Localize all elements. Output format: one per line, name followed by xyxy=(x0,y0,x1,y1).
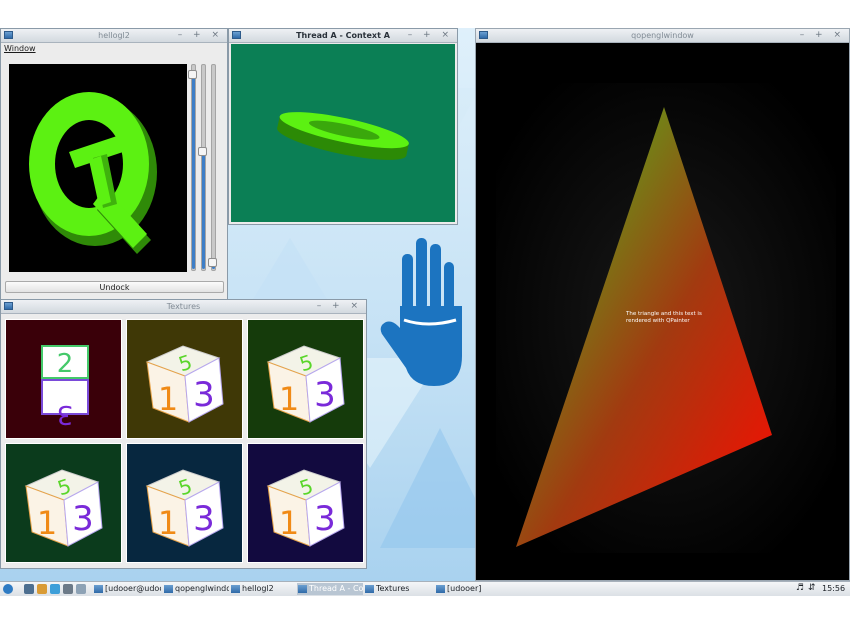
network-icon[interactable]: ⇵ xyxy=(808,582,816,595)
app-icon xyxy=(436,585,445,593)
texture-tile: 5 1 3 xyxy=(247,443,364,563)
undock-button[interactable]: Undock xyxy=(5,281,224,293)
qopenglwindow-window: qopenglwindow – + × The triangle and thi… xyxy=(475,28,850,581)
app-icon xyxy=(231,585,240,593)
textures-titlebar[interactable]: Textures – + × xyxy=(1,300,366,314)
slider-fill xyxy=(192,73,195,269)
face-digit: 3 xyxy=(57,399,74,429)
texture-tile: 5 1 3 xyxy=(126,319,243,439)
window-title: qopenglwindow xyxy=(631,31,694,40)
face-digit: 3 xyxy=(72,499,94,539)
task-udooer[interactable]: [udooer] xyxy=(435,583,495,595)
hellogl2-titlebar[interactable]: hellogl2 – + × xyxy=(1,29,227,43)
face-digit: 2 xyxy=(57,349,74,379)
face-digit: 1 xyxy=(158,380,178,418)
texture-tile: 5 1 3 xyxy=(247,319,364,439)
app-icon xyxy=(298,585,307,593)
task-udooer-terminal[interactable]: [udooer@udoo... xyxy=(93,583,161,595)
hellogl2-window: hellogl2 – + × Window Undock xyxy=(0,28,228,300)
window-controls[interactable]: – + × xyxy=(317,300,362,313)
window-controls[interactable]: – + × xyxy=(408,29,453,42)
gl-viewport[interactable]: The triangle and this text is rendered w… xyxy=(476,43,849,580)
app-icon xyxy=(4,302,13,310)
face-digit: 1 xyxy=(37,504,57,542)
thread-a-titlebar[interactable]: Thread A - Context A – + × xyxy=(229,29,457,43)
slider-handle[interactable] xyxy=(198,147,207,157)
window-title: Thread A - Context A xyxy=(296,31,390,40)
z-rotation-slider[interactable] xyxy=(211,64,216,271)
volume-icon[interactable]: ♬ xyxy=(796,582,804,595)
app-icon xyxy=(4,31,13,39)
window-title: hellogl2 xyxy=(98,31,130,40)
app-icon xyxy=(94,585,103,593)
qt-logo-3d xyxy=(29,92,157,254)
taskbar: [udooer@udoo... qopenglwindow hellogl2 T… xyxy=(0,581,850,596)
texture-tile: 5 1 3 xyxy=(126,443,243,563)
clock[interactable]: 15:56 xyxy=(822,582,845,595)
gl-viewport[interactable] xyxy=(9,64,187,272)
app-icon xyxy=(232,31,241,39)
app-icon xyxy=(365,585,374,593)
browser-icon[interactable] xyxy=(50,584,60,594)
task-qopenglwindow[interactable]: qopenglwindow xyxy=(163,583,229,595)
start-menu-icon[interactable] xyxy=(3,584,13,594)
thread-a-window: Thread A - Context A – + × xyxy=(228,28,458,225)
texture-tile: 2 3 xyxy=(5,319,122,439)
menu-window[interactable]: Window xyxy=(4,44,36,53)
slider-fill xyxy=(202,151,205,269)
window-controls[interactable]: – + × xyxy=(178,29,223,42)
task-hellogl2[interactable]: hellogl2 xyxy=(230,583,296,595)
qpainter-text: The triangle and this text is rendered w… xyxy=(626,311,702,324)
terminal-icon[interactable] xyxy=(76,584,86,594)
task-thread-a[interactable]: Thread A - Cont... xyxy=(297,583,363,595)
menubar: Window xyxy=(1,43,227,54)
face-digit: 3 xyxy=(193,375,215,415)
face-digit: 1 xyxy=(279,504,299,542)
app-icon xyxy=(479,31,488,39)
slider-handle[interactable] xyxy=(188,69,197,79)
workspace-icon[interactable] xyxy=(63,584,73,594)
file-manager-icon[interactable] xyxy=(37,584,47,594)
textures-window: Textures – + × 2 3 5 1 3 5 1 3 5 1 3 5 1… xyxy=(0,299,367,569)
app-icon xyxy=(164,585,173,593)
face-digit: 1 xyxy=(158,504,178,542)
slider-handle[interactable] xyxy=(208,258,217,268)
face-digit: 1 xyxy=(279,380,299,418)
gl-viewport[interactable] xyxy=(231,44,455,222)
window-controls[interactable]: – + × xyxy=(800,29,845,42)
face-digit: 3 xyxy=(193,499,215,539)
task-textures[interactable]: Textures xyxy=(364,583,434,595)
window-title: Textures xyxy=(166,302,201,311)
texture-tile: 5 1 3 xyxy=(5,443,122,563)
qopenglwindow-titlebar[interactable]: qopenglwindow – + × xyxy=(476,29,849,43)
face-digit: 3 xyxy=(314,499,336,539)
hand-logo-icon xyxy=(380,238,462,386)
show-desktop-icon[interactable] xyxy=(24,584,34,594)
rotated-qt-logo xyxy=(277,112,409,160)
face-digit: 3 xyxy=(314,375,336,415)
